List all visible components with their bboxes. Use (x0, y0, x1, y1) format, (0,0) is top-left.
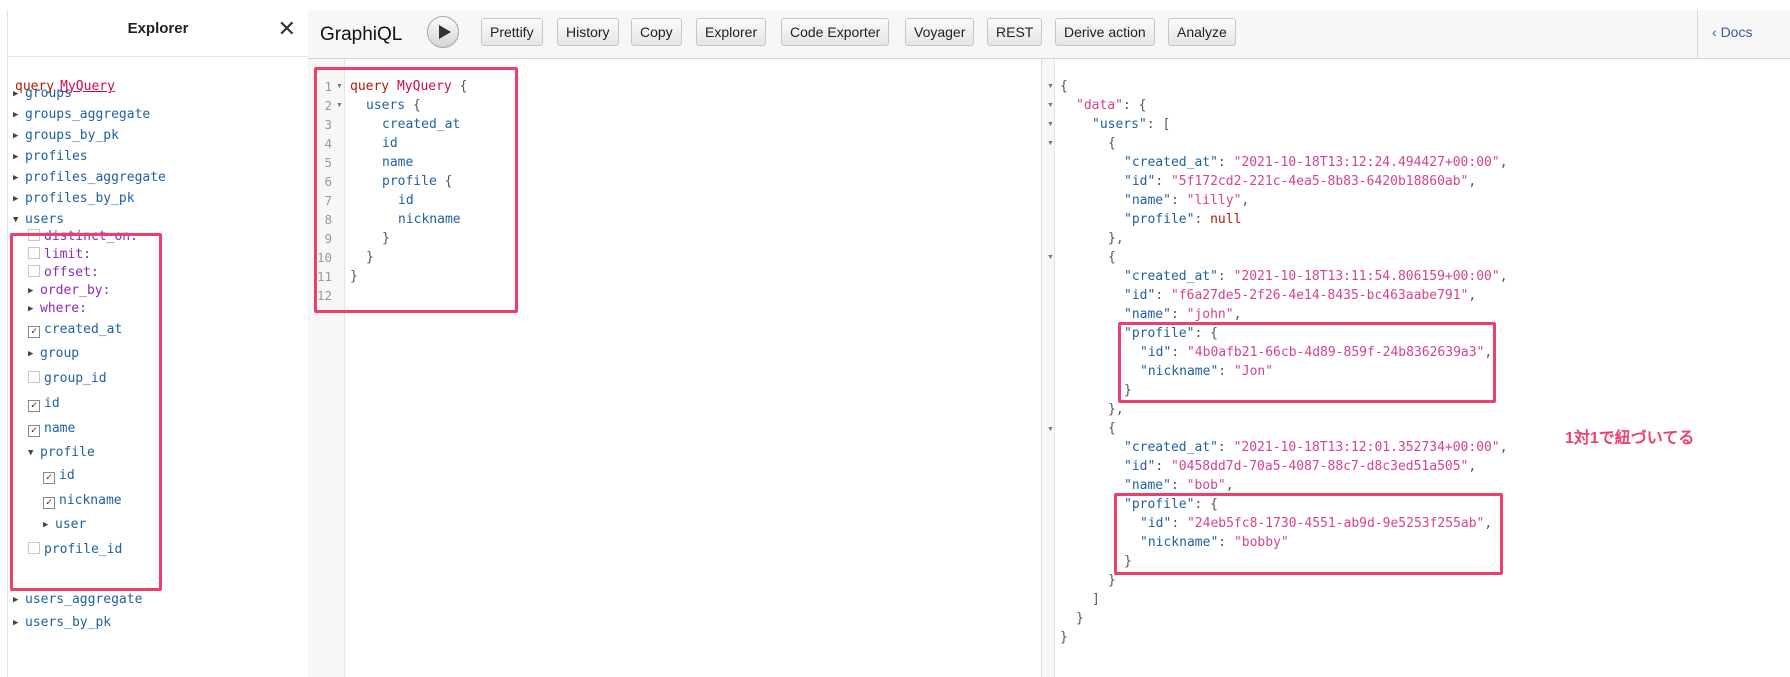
json-line: "id": "f6a27de5-2f26-4e14-8435-bc463aabe… (1124, 288, 1477, 303)
json-line: "profile": null (1124, 212, 1242, 227)
json-line: { (1060, 79, 1068, 94)
json-line: }, (1108, 402, 1124, 417)
field-users-by-pk[interactable]: ▶ users_by_pk (13, 615, 111, 630)
docs-area: ‹ Docs (1697, 10, 1790, 58)
json-line: { (1108, 421, 1116, 436)
json-line: "id": "5f172cd2-221c-4ea5-8b83-6420b1886… (1124, 174, 1477, 189)
play-icon (439, 25, 451, 39)
json-line: "data": { (1076, 98, 1147, 113)
json-line: ] (1092, 592, 1100, 607)
app-title: GraphiQL (320, 24, 403, 45)
json-line: "created_at": "2021-10-18T13:12:01.35273… (1124, 440, 1508, 455)
fold-arrow-icon[interactable]: ▼ (1047, 140, 1054, 147)
field-profiles-aggregate[interactable]: ▶ profiles_aggregate (13, 170, 166, 185)
copy-button[interactable]: Copy (631, 18, 682, 46)
explorer-button[interactable]: Explorer (696, 18, 767, 46)
highlight-box-profile-bob (1114, 493, 1503, 575)
rest-button[interactable]: REST (987, 18, 1043, 46)
analyze-button[interactable]: Analyze (1168, 18, 1236, 46)
close-icon[interactable]: ✕ (278, 18, 296, 40)
chevron-left-icon: ‹ (1712, 24, 1721, 40)
annotation-text: 1対1で紐づいてる (1565, 430, 1695, 447)
json-line: "name": "lilly", (1124, 193, 1250, 208)
highlight-box-profile-john (1118, 322, 1496, 403)
fold-arrow-icon[interactable]: ▼ (1047, 121, 1054, 128)
fold-arrow-icon[interactable]: ▼ (1047, 426, 1054, 433)
field-groups-by-pk[interactable]: ▶ groups_by_pk (13, 128, 119, 143)
voyager-button[interactable]: Voyager (905, 18, 975, 46)
caret-right-icon: ▶ (13, 194, 19, 204)
field-users-aggregate[interactable]: ▶ users_aggregate (13, 592, 142, 607)
json-line: "created_at": "2021-10-18T13:11:54.80615… (1124, 269, 1508, 284)
field-groups-aggregate[interactable]: ▶ groups_aggregate (13, 107, 150, 122)
json-line: }, (1108, 231, 1124, 246)
json-line: "created_at": "2021-10-18T13:12:24.49442… (1124, 155, 1508, 170)
fold-arrow-icon[interactable]: ▼ (1047, 102, 1054, 109)
json-line: "name": "john", (1124, 307, 1242, 322)
highlight-box-users (10, 233, 162, 591)
caret-right-icon: ▶ (13, 152, 19, 162)
result-gutter: ▼ ▼ ▼ ▼ ▼ ▼ (1042, 59, 1055, 677)
prettify-button[interactable]: Prettify (481, 18, 543, 46)
json-line: "id": "0458dd7d-70a5-4087-88c7-d8c3ed51a… (1124, 459, 1477, 474)
caret-right-icon: ▶ (13, 131, 19, 141)
code-exporter-button[interactable]: Code Exporter (781, 18, 890, 46)
field-profiles[interactable]: ▶ profiles (13, 149, 88, 164)
toolbar: GraphiQL Prettify History Copy Explorer … (308, 10, 1790, 59)
caret-right-icon: ▶ (13, 595, 19, 605)
fold-arrow-icon[interactable]: ▼ (1047, 254, 1054, 261)
json-line: } (1060, 630, 1068, 645)
json-line: { (1108, 250, 1116, 265)
json-line: "users": [ (1092, 117, 1171, 132)
field-groups[interactable]: ▶ groups (13, 86, 72, 101)
run-button[interactable] (427, 16, 459, 48)
explorer-header: Explorer ✕ (8, 10, 308, 57)
json-line: } (1076, 611, 1084, 626)
caret-down-icon: ▼ (13, 215, 19, 225)
caret-right-icon: ▶ (13, 110, 19, 120)
caret-right-icon: ▶ (13, 89, 19, 99)
json-line: "name": "bob", (1124, 478, 1234, 493)
json-line: } (1108, 573, 1116, 588)
explorer-title: Explorer (127, 20, 189, 37)
caret-right-icon: ▶ (13, 173, 19, 183)
json-line: { (1108, 136, 1116, 151)
docs-button[interactable]: ‹ Docs (1712, 24, 1752, 40)
fold-arrow-icon[interactable]: ▼ (1047, 83, 1054, 90)
derive-action-button[interactable]: Derive action (1055, 18, 1155, 46)
field-profiles-by-pk[interactable]: ▶ profiles_by_pk (13, 191, 135, 206)
field-users[interactable]: ▼ users (13, 212, 64, 227)
highlight-box-query (314, 67, 518, 313)
caret-right-icon: ▶ (13, 618, 19, 628)
history-button[interactable]: History (557, 18, 619, 46)
